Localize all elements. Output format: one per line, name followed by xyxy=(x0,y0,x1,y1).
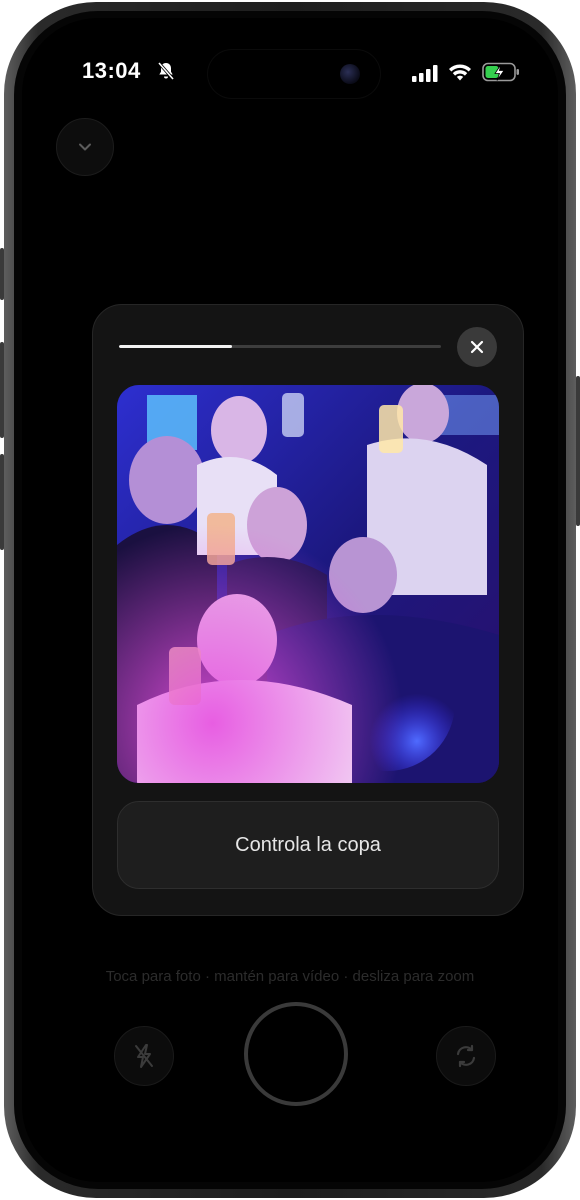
bell-slash-icon xyxy=(157,61,175,81)
camera-flip-icon xyxy=(456,1044,476,1068)
camera-hint-text: Toca para foto · mantén para vídeo · des… xyxy=(105,968,475,985)
story-progress-bar xyxy=(119,345,441,348)
close-button[interactable] xyxy=(457,327,497,367)
screen: 13:04 Controla la copa Toca para foto · … xyxy=(22,18,558,1182)
chevron-down-icon xyxy=(79,143,91,151)
phone-frame: 13:04 Controla la copa Toca para foto · … xyxy=(0,2,580,1198)
status-bar: 13:04 xyxy=(22,18,558,128)
controla-copa-button[interactable]: Controla la copa xyxy=(117,801,499,889)
story-photo xyxy=(117,385,499,783)
flash-off-icon xyxy=(135,1044,153,1068)
story-progress-fill xyxy=(119,345,232,348)
front-camera xyxy=(340,64,360,84)
side-button xyxy=(0,248,4,300)
dynamic-island xyxy=(208,50,380,98)
power-button xyxy=(576,376,580,526)
status-time: 13:04 xyxy=(82,58,141,83)
camera-flip-button[interactable] xyxy=(436,1026,496,1086)
shutter-button[interactable] xyxy=(244,1002,348,1106)
collapse-button[interactable] xyxy=(56,118,114,176)
battery-charging-icon xyxy=(482,62,519,82)
volume-up-button xyxy=(0,342,4,438)
cellular-signal-icon xyxy=(412,65,438,82)
volume-down-button xyxy=(0,454,4,550)
wifi-icon xyxy=(449,64,471,81)
flash-toggle-button[interactable] xyxy=(114,1026,174,1086)
close-icon xyxy=(470,340,484,354)
story-card: Controla la copa xyxy=(92,304,524,916)
